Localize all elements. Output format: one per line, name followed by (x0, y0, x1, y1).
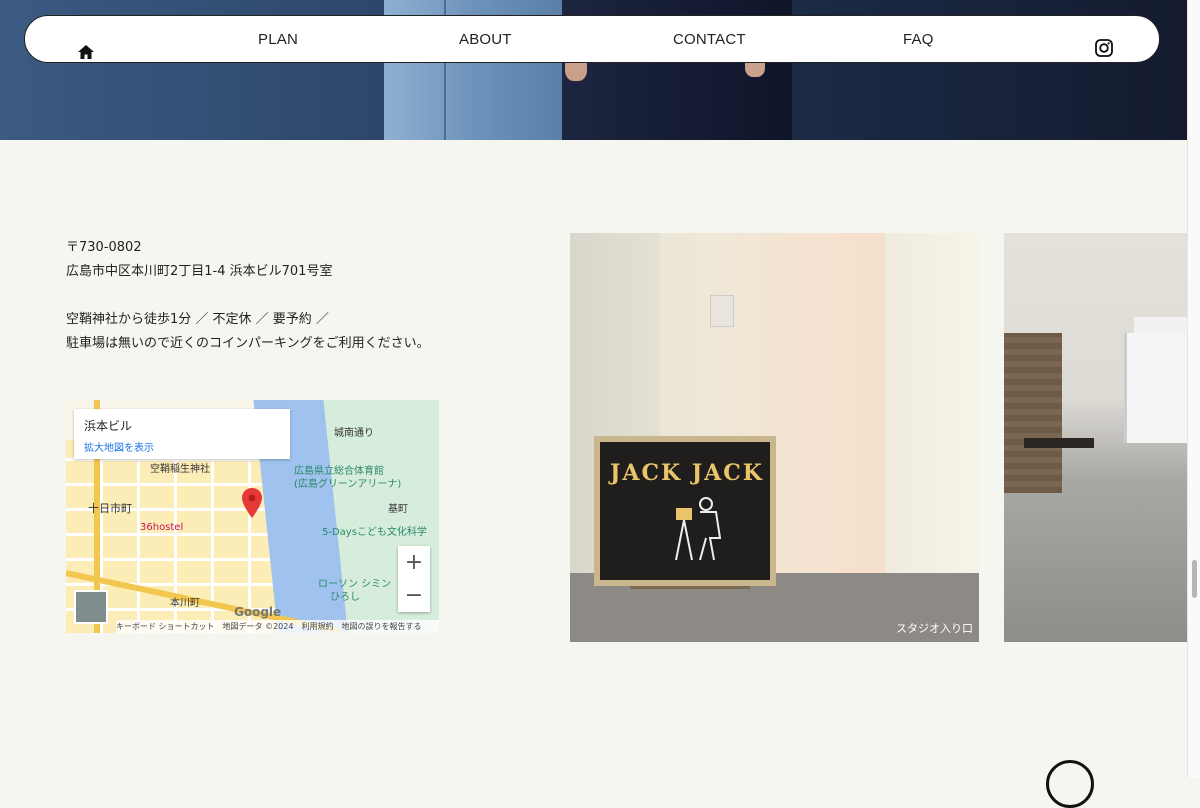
google-logo: Google (234, 605, 282, 619)
nav-contact-link[interactable]: CONTACT (673, 16, 746, 64)
map-label-shiro: 城南通り (334, 428, 374, 439)
photo-window (1124, 333, 1187, 443)
embedded-map[interactable]: 城南通り 空鞘稲生神社 広島県立総合体育館 (広島グリーンアリーナ) 十日市町 … (66, 400, 439, 633)
zoom-in-button[interactable]: + (398, 546, 430, 579)
photo-air-conditioner (1134, 317, 1187, 333)
photo-intercom (710, 295, 734, 327)
photo-stool (630, 583, 750, 642)
chalkboard-sign: JACK JACK (594, 436, 776, 586)
instagram-icon[interactable] (1094, 30, 1114, 57)
map-label-days: 5-Daysこども文化科学 (322, 527, 427, 538)
map-place-name: 浜本ビル (84, 419, 133, 433)
scrollbar-thumb[interactable] (1192, 560, 1197, 598)
nav-plan-link[interactable]: PLAN (258, 16, 298, 64)
map-label-hiroshima: ひろし (330, 592, 360, 603)
map-label-motomachi: 基町 (388, 504, 408, 515)
map-label-shrine: 空鞘稲生神社 (150, 464, 210, 475)
postal-code: 〒730-0802 (66, 240, 142, 255)
map-satellite-toggle[interactable] (74, 590, 108, 624)
map-label-tokaichi: 十日市町 (88, 502, 132, 515)
map-enlarge-link[interactable]: 拡大地図を表示 (84, 439, 154, 454)
photo-wood-wall (1004, 333, 1062, 493)
main-nav: PLAN ABOUT CONTACT FAQ (24, 15, 1160, 63)
studio-entrance-photo[interactable]: JACK JACK スタジオ入り口 (570, 233, 979, 642)
map-label-hostel: 36hostel (140, 522, 184, 533)
map-label-honkawa: 本川町 (170, 598, 200, 609)
access-info: 空鞘神社から徒歩1分 ／ 不定休 ／ 要予約 ／ (66, 312, 329, 327)
home-icon[interactable] (77, 32, 95, 59)
street-address: 広島市中区本川町2丁目1-4 浜本ビル701号室 (66, 264, 333, 279)
map-label-gym2: (広島グリーンアリーナ) (294, 479, 402, 490)
map-zoom-control: + − (398, 546, 430, 612)
zoom-out-button[interactable]: − (398, 579, 430, 612)
map-pin-icon[interactable] (242, 488, 262, 518)
nav-faq-link[interactable]: FAQ (903, 16, 934, 64)
scroll-circle-button[interactable] (1046, 760, 1094, 808)
page-scrollbar[interactable] (1187, 0, 1200, 778)
map-attribution[interactable]: キーボード ショートカット 地図データ ©2024 利用規約 地図の誤りを報告す… (116, 620, 439, 633)
photo-caption: スタジオ入り口 (896, 622, 973, 635)
map-place-card: 浜本ビル 拡大地図を表示 (74, 409, 290, 459)
nav-about-link[interactable]: ABOUT (459, 16, 512, 64)
chalkboard-text: JACK JACK (610, 460, 764, 486)
address-block: 〒730-0802 広島市中区本川町2丁目1-4 浜本ビル701号室 空鞘神社か… (66, 236, 430, 356)
studio-interior-photo[interactable] (1004, 233, 1187, 642)
photo-table (1024, 438, 1094, 448)
parking-info: 駐車場は無いので近くのコインパーキングをご利用ください。 (66, 336, 430, 351)
photographer-icon (675, 497, 722, 561)
